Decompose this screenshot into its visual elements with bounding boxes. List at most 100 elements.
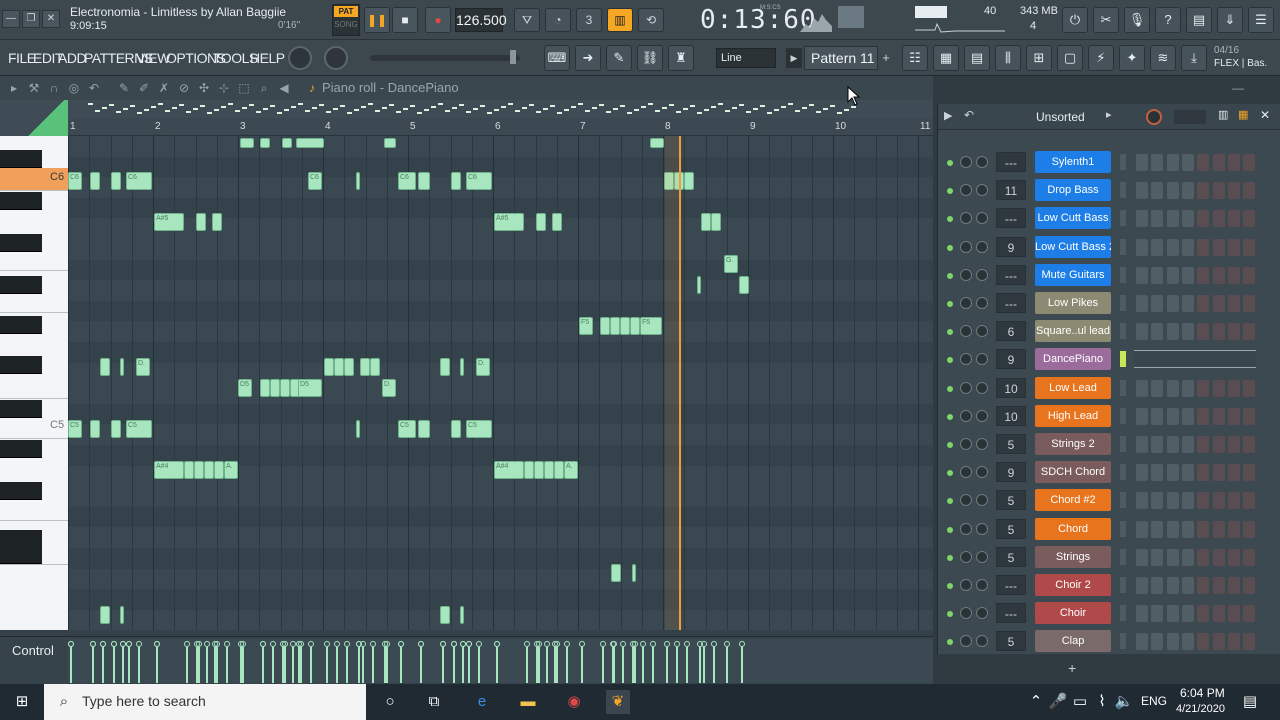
- channel-name-button[interactable]: Strings: [1035, 545, 1111, 568]
- search-placeholder[interactable]: Type here to search: [82, 693, 206, 709]
- channel-name-button[interactable]: Sylenth1: [1035, 151, 1111, 173]
- velocity-bar[interactable]: [196, 647, 198, 683]
- step-button[interactable]: [1212, 464, 1225, 482]
- step-button[interactable]: [1197, 266, 1210, 284]
- notifications-icon[interactable]: ▤: [1238, 690, 1262, 714]
- channel-mixer-track[interactable]: 5: [996, 546, 1026, 567]
- note[interactable]: C6: [308, 172, 322, 190]
- step-button[interactable]: [1166, 238, 1179, 256]
- graph-icon[interactable]: ▥: [1218, 108, 1228, 121]
- note[interactable]: [460, 606, 464, 624]
- channel-filter[interactable]: Unsorted: [1036, 110, 1085, 124]
- velocity-handle[interactable]: [640, 641, 646, 647]
- velocity-bar[interactable]: [358, 647, 360, 683]
- step-button[interactable]: [1151, 605, 1164, 623]
- playback-icon[interactable]: ◀: [276, 80, 292, 96]
- note[interactable]: [632, 564, 636, 582]
- channel-select[interactable]: [1120, 520, 1126, 537]
- velocity-bar[interactable]: [102, 647, 104, 683]
- channel-mixer-track[interactable]: ---: [996, 264, 1026, 285]
- minimize-icon[interactable]: —: [2, 10, 20, 28]
- step-button[interactable]: [1136, 154, 1148, 171]
- step-button[interactable]: [1151, 633, 1164, 651]
- note[interactable]: F5: [640, 317, 662, 335]
- note[interactable]: C5: [68, 420, 82, 438]
- chat-icon[interactable]: ☰: [1248, 7, 1274, 33]
- step-button[interactable]: [1166, 492, 1179, 510]
- step-button[interactable]: [1151, 464, 1164, 482]
- channel-select[interactable]: [1120, 295, 1126, 311]
- channel-mixer-track[interactable]: 5: [996, 490, 1026, 511]
- step-button[interactable]: [1212, 238, 1225, 256]
- channel-pan-knob[interactable]: [976, 240, 988, 253]
- note[interactable]: [100, 358, 110, 376]
- step-button[interactable]: [1166, 154, 1179, 171]
- velocity-handle[interactable]: [184, 641, 190, 647]
- channel-select[interactable]: [1120, 436, 1126, 452]
- step-button[interactable]: [1136, 464, 1148, 482]
- velocity-handle[interactable]: [324, 641, 330, 647]
- channel-row[interactable]: 9 SDCH Chord: [938, 458, 1280, 486]
- channel-led[interactable]: [947, 301, 953, 307]
- step-button[interactable]: [1166, 520, 1179, 538]
- channel-name-button[interactable]: Mute Guitars: [1035, 263, 1111, 286]
- note[interactable]: [701, 213, 711, 231]
- mix-icon[interactable]: ≋: [1150, 45, 1176, 71]
- velocity-handle[interactable]: [126, 641, 132, 647]
- note-grid[interactable]: C6 C6 C6 C6 C6 A#5 A#5 G. F5 F5 D. D. D5 D5 D. C5 C5 C5 C5…: [68, 136, 933, 630]
- delete-icon[interactable]: ✗: [156, 80, 172, 96]
- black-key[interactable]: [0, 234, 42, 252]
- velocity-bar[interactable]: [478, 647, 480, 683]
- black-key[interactable]: [0, 356, 42, 374]
- channel-row[interactable]: 10 Low Lead: [938, 374, 1280, 402]
- channel-row[interactable]: --- Low Cutt Bass: [938, 204, 1280, 232]
- render-icon[interactable]: ⇓: [1217, 7, 1243, 33]
- note[interactable]: A#5: [494, 213, 524, 231]
- step-button[interactable]: [1136, 577, 1148, 594]
- velocity-handle[interactable]: [308, 641, 314, 647]
- task-view-icon[interactable]: ⧉: [422, 690, 446, 714]
- step-button[interactable]: [1181, 436, 1194, 453]
- master-slider[interactable]: [370, 55, 520, 61]
- channel-name-button[interactable]: Clap: [1035, 630, 1111, 653]
- velocity-handle[interactable]: [204, 641, 210, 647]
- step-button[interactable]: [1243, 295, 1256, 312]
- step-button[interactable]: [1212, 605, 1225, 623]
- channel-led[interactable]: [947, 413, 953, 420]
- channel-pan-knob[interactable]: [976, 635, 988, 648]
- note[interactable]: [356, 420, 360, 438]
- step-button[interactable]: [1166, 605, 1179, 623]
- step-button[interactable]: [1151, 295, 1164, 312]
- note[interactable]: [360, 358, 370, 376]
- network-icon[interactable]: ⌇: [1090, 690, 1114, 714]
- step-button[interactable]: [1151, 407, 1164, 425]
- help-icon[interactable]: ?: [1155, 7, 1181, 33]
- rack-menu-icon[interactable]: ▶: [944, 109, 952, 122]
- velocity-bar[interactable]: [384, 647, 386, 683]
- velocity-bar[interactable]: [556, 647, 558, 683]
- channel-pan-knob[interactable]: [976, 353, 988, 366]
- velocity-handle[interactable]: [650, 641, 656, 647]
- step-button[interactable]: [1227, 520, 1240, 538]
- velocity-handle[interactable]: [280, 641, 286, 647]
- channel-volume-knob[interactable]: [960, 184, 972, 197]
- channel-name-button[interactable]: DanceP​iano: [1035, 348, 1111, 371]
- step-button[interactable]: [1197, 464, 1210, 482]
- channel-select[interactable]: [1120, 154, 1126, 170]
- wrench-icon[interactable]: ⚒: [26, 80, 42, 96]
- step-button[interactable]: [1243, 182, 1256, 200]
- step-button[interactable]: [1136, 633, 1148, 651]
- note[interactable]: [90, 420, 100, 438]
- step-button[interactable]: [1181, 492, 1194, 510]
- velocity-bar[interactable]: [468, 647, 470, 683]
- velocity-bar[interactable]: [346, 647, 348, 683]
- step-button[interactable]: [1197, 633, 1210, 651]
- channel-select[interactable]: [1120, 323, 1126, 340]
- velocity-bar[interactable]: [92, 647, 94, 683]
- filter-arrow-icon[interactable]: ▸: [1106, 108, 1112, 121]
- channel-volume-knob[interactable]: [960, 212, 972, 225]
- step-button[interactable]: [1243, 210, 1256, 228]
- channel-row[interactable]: --- Low Pikes: [938, 289, 1280, 317]
- master-slider-thumb[interactable]: [510, 50, 516, 64]
- note[interactable]: F5: [579, 317, 593, 335]
